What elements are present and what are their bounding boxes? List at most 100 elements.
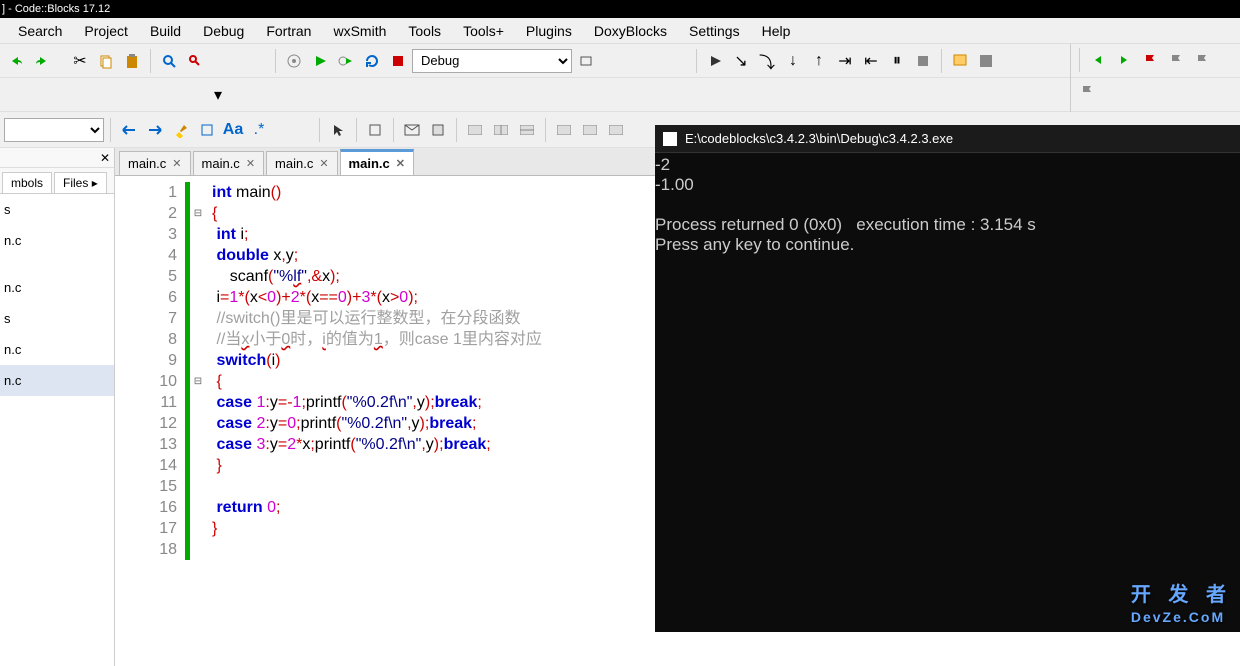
menu-help[interactable]: Help: [754, 23, 799, 39]
layout6-icon[interactable]: [604, 118, 628, 142]
nav-fwd-icon[interactable]: [143, 118, 167, 142]
menu-project[interactable]: Project: [76, 23, 136, 39]
menu-tools+[interactable]: Tools+: [455, 23, 512, 39]
sidebar-item[interactable]: n.c: [0, 225, 114, 256]
match-case-icon[interactable]: Aa: [221, 118, 245, 142]
menu-build[interactable]: Build: [142, 23, 189, 39]
sidebar-item[interactable]: n.c: [0, 272, 114, 303]
fold-toggle: [190, 182, 206, 203]
menu-settings[interactable]: Settings: [681, 23, 748, 39]
flag-gray-icon[interactable]: [1164, 48, 1188, 72]
file-tab[interactable]: main.c ✕: [193, 151, 265, 175]
find-icon[interactable]: [157, 49, 181, 73]
close-icon[interactable]: ✕: [246, 157, 255, 170]
cursor-icon[interactable]: [326, 118, 350, 142]
prev-bookmark-icon[interactable]: [1086, 48, 1110, 72]
fold-toggle: [190, 329, 206, 350]
build-run-icon[interactable]: [334, 49, 358, 73]
right-toolbar: [1070, 44, 1240, 112]
next-instr-icon[interactable]: ⇥: [833, 49, 857, 73]
paste-icon[interactable]: [120, 49, 144, 73]
flag-gray3-icon[interactable]: [1075, 79, 1099, 103]
layout4-icon[interactable]: [552, 118, 576, 142]
fold-toggle: [190, 245, 206, 266]
toolbar-row-1: ✂ Debug ↘ ⤵ ↓ ↑ ⇥ ⇤ ⏸: [0, 44, 1240, 78]
line-gutter: 123456789101112131415161718: [115, 176, 185, 666]
fold-toggle: [190, 392, 206, 413]
fold-toggle: [190, 476, 206, 497]
abort-icon[interactable]: [386, 49, 410, 73]
close-icon[interactable]: ✕: [319, 157, 328, 170]
sidebar-item[interactable]: n.c: [0, 365, 114, 396]
debug-windows-icon[interactable]: [948, 49, 972, 73]
fold-toggle: [190, 266, 206, 287]
copy-icon[interactable]: [94, 49, 118, 73]
cut-icon[interactable]: ✂: [68, 49, 92, 73]
sidebar-tab-symbols[interactable]: mbols: [2, 172, 52, 193]
close-icon[interactable]: ✕: [100, 151, 110, 165]
flag-red-icon[interactable]: [1138, 48, 1162, 72]
menu-doxyblocks[interactable]: DoxyBlocks: [586, 23, 675, 39]
frame-icon[interactable]: [363, 118, 387, 142]
fold-toggle: [190, 434, 206, 455]
close-icon[interactable]: ✕: [172, 157, 181, 170]
layout1-icon[interactable]: [463, 118, 487, 142]
menu-bar: Search Project Build Debug Fortran wxSmith Too…: [0, 18, 1240, 44]
layout5-icon[interactable]: [578, 118, 602, 142]
nav-back-icon[interactable]: [117, 118, 141, 142]
sidebar-item[interactable]: n.c: [0, 334, 114, 365]
file-tab[interactable]: main.c✕: [119, 151, 191, 175]
select-icon[interactable]: [195, 118, 219, 142]
rebuild-icon[interactable]: [360, 49, 384, 73]
run-icon[interactable]: [308, 49, 332, 73]
layout2-icon[interactable]: [489, 118, 513, 142]
chevron-down-icon[interactable]: ▾: [206, 83, 230, 107]
fold-toggle[interactable]: ⊟: [190, 203, 206, 224]
replace-icon[interactable]: [183, 49, 207, 73]
menu-wxsmith[interactable]: wxSmith: [325, 23, 394, 39]
highlight-icon[interactable]: [169, 118, 193, 142]
build-target-combo[interactable]: Debug: [412, 49, 572, 73]
build-icon[interactable]: [282, 49, 306, 73]
undo-icon[interactable]: [4, 49, 28, 73]
sidebar-item[interactable]: [0, 256, 114, 272]
menu-plugins[interactable]: Plugins: [518, 23, 580, 39]
file-tab[interactable]: main.c ✕: [340, 149, 414, 175]
redo-icon[interactable]: [30, 49, 54, 73]
next-line-icon[interactable]: ⤵: [755, 49, 779, 73]
sidebar-item[interactable]: s: [0, 303, 114, 334]
mail-icon[interactable]: [400, 118, 424, 142]
stop-debug-icon[interactable]: [911, 49, 935, 73]
break-icon[interactable]: ⏸: [885, 49, 909, 73]
regex-icon[interactable]: .*: [247, 118, 271, 142]
step-instr-icon[interactable]: ⇤: [859, 49, 883, 73]
sidebar-item[interactable]: s: [0, 194, 114, 225]
debug-start-icon[interactable]: [703, 49, 727, 73]
sidebar-tab-files[interactable]: Files ▸: [54, 172, 107, 193]
menu-tools[interactable]: Tools: [400, 23, 449, 39]
file-tab[interactable]: main.c✕: [266, 151, 338, 175]
fold-toggle: [190, 287, 206, 308]
scope-combo[interactable]: [4, 118, 104, 142]
file-tab-label: main.c: [202, 156, 240, 171]
console-icon: [663, 132, 677, 146]
menu-debug[interactable]: Debug: [195, 23, 252, 39]
file-tab-label: main.c: [349, 156, 390, 171]
run-to-cursor-icon[interactable]: ↘: [729, 49, 753, 73]
flag-gray2-icon[interactable]: [1190, 48, 1214, 72]
step-out-icon[interactable]: ↑: [807, 49, 831, 73]
fold-toggle: [190, 497, 206, 518]
menu-fortran[interactable]: Fortran: [258, 23, 319, 39]
menu-search[interactable]: Search: [10, 23, 70, 39]
close-icon[interactable]: ✕: [396, 157, 405, 170]
layout3-icon[interactable]: [515, 118, 539, 142]
next-bookmark-icon[interactable]: [1112, 48, 1136, 72]
info-icon[interactable]: [974, 49, 998, 73]
console-output: -2 -1.00 Process returned 0 (0x0) execut…: [655, 153, 1240, 255]
fold-toggle[interactable]: ⊟: [190, 371, 206, 392]
step-into-icon[interactable]: ↓: [781, 49, 805, 73]
panel-icon[interactable]: [426, 118, 450, 142]
console-titlebar[interactable]: E:\codeblocks\c3.4.2.3\bin\Debug\c3.4.2.…: [655, 125, 1240, 153]
sidebar-list: sn.cn.csn.cn.c: [0, 194, 114, 666]
target-settings-icon[interactable]: [574, 49, 598, 73]
